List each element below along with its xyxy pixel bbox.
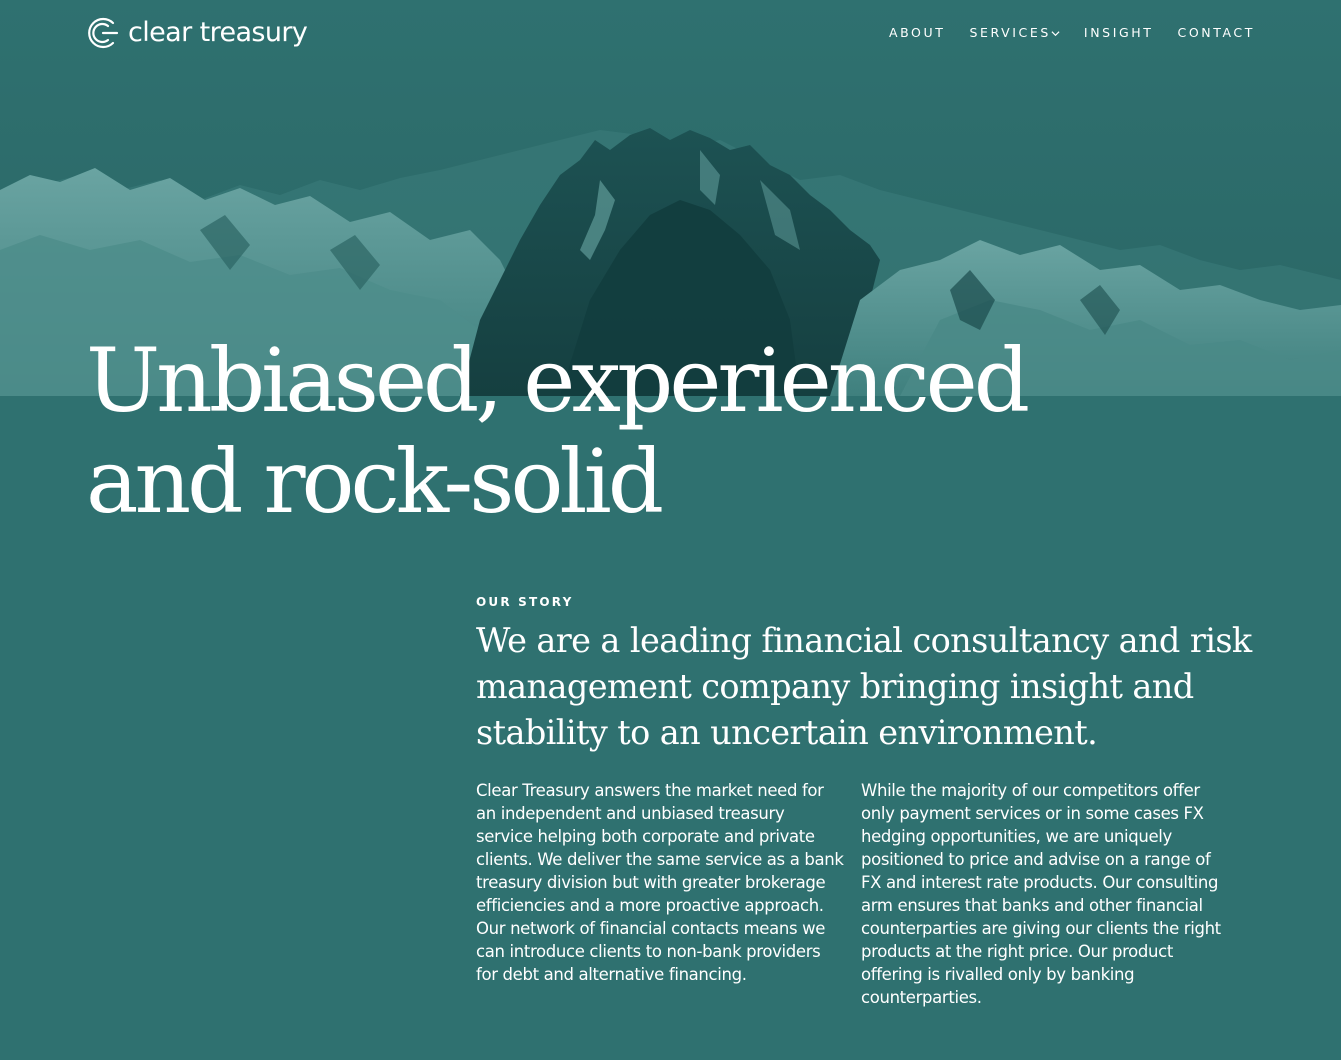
hero-headline-line1: Unbiased, experienced bbox=[86, 329, 1030, 432]
brand-logo[interactable]: clear treasury bbox=[86, 15, 308, 51]
nav-item-contact[interactable]: CONTACT bbox=[1178, 24, 1255, 42]
story-lead: We are a leading financial consultancy a… bbox=[476, 621, 1252, 752]
nav-item-services-label: SERVICES bbox=[969, 25, 1051, 40]
nav-item-insight-label: INSIGHT bbox=[1083, 25, 1154, 40]
main-nav: ABOUT SERVICES INSIGHT CONTACT bbox=[889, 24, 1255, 42]
clear-treasury-logo-icon bbox=[88, 17, 119, 49]
nav-item-about[interactable]: ABOUT bbox=[889, 24, 946, 42]
story-kicker: OUR STORY bbox=[476, 595, 574, 609]
story-paragraph-right: While the majority of our competitors of… bbox=[861, 781, 1221, 1007]
nav-item-about-label: ABOUT bbox=[888, 25, 946, 40]
chevron-down-icon bbox=[1051, 30, 1060, 36]
nav-item-contact-label: CONTACT bbox=[1177, 25, 1255, 40]
hero-headline: Unbiased, experienced and rock-solid bbox=[86, 330, 1086, 532]
hero-headline-line2: and rock-solid bbox=[86, 430, 664, 533]
brand-name: clear treasury bbox=[128, 17, 308, 48]
story-paragraph-left: Clear Treasury answers the market need f… bbox=[476, 781, 844, 984]
nav-item-services[interactable]: SERVICES bbox=[969, 24, 1060, 42]
nav-item-insight[interactable]: INSIGHT bbox=[1084, 24, 1154, 42]
